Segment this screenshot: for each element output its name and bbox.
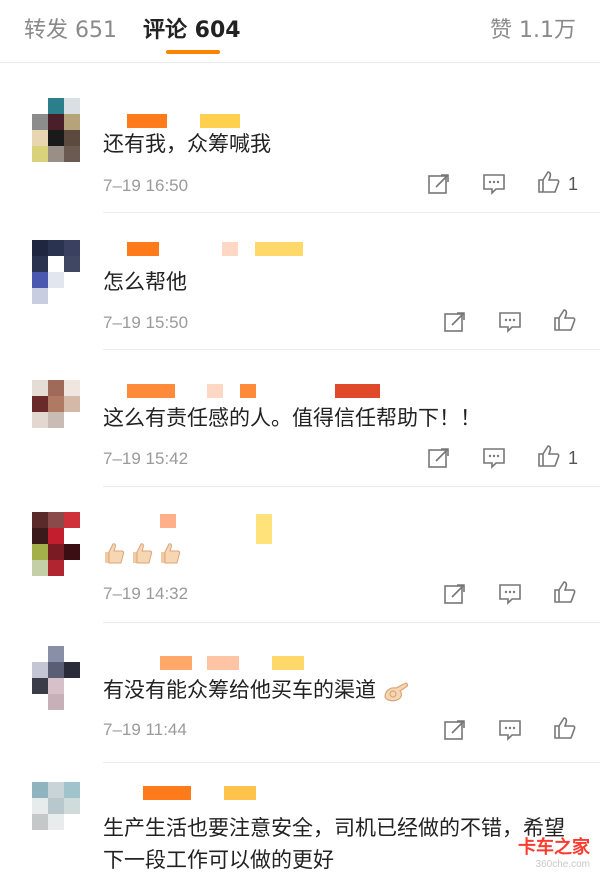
ok-hand-emoji-icon bbox=[384, 682, 409, 702]
tab-active-indicator bbox=[166, 50, 220, 54]
like-icon[interactable] bbox=[537, 444, 561, 468]
thumbs-up-emoji-icon bbox=[133, 543, 153, 564]
watermark-sub: 360che.com bbox=[535, 859, 590, 870]
comment-icon[interactable] bbox=[482, 172, 506, 196]
divider bbox=[103, 349, 600, 350]
username-blurred[interactable] bbox=[160, 514, 176, 528]
repost-icon[interactable] bbox=[443, 310, 467, 334]
username-blurred[interactable] bbox=[222, 242, 238, 256]
comment-text: 还有我，众筹喊我 bbox=[103, 132, 271, 156]
avatar[interactable] bbox=[32, 98, 80, 162]
username-blurred[interactable] bbox=[256, 514, 272, 544]
username-blurred[interactable] bbox=[207, 384, 223, 398]
thumbs-up-emoji-icon bbox=[105, 543, 125, 564]
repost-icon[interactable] bbox=[427, 172, 451, 196]
like-icon[interactable] bbox=[553, 580, 577, 604]
username-blurred[interactable] bbox=[255, 242, 303, 256]
comment-time: 7–19 14:32 bbox=[103, 584, 189, 603]
avatar[interactable] bbox=[32, 380, 80, 444]
comment-text-row: 有没有能众筹给他买车的渠道 bbox=[103, 676, 410, 704]
like-icon[interactable] bbox=[553, 308, 577, 332]
divider bbox=[103, 486, 600, 487]
comment-time: 7–19 15:42 bbox=[103, 449, 189, 468]
username-blurred[interactable] bbox=[127, 384, 175, 398]
divider bbox=[103, 762, 600, 763]
comment-text: 这么有责任感的人。值得信任帮助下！！ bbox=[103, 406, 481, 430]
like-count: 1 bbox=[568, 448, 579, 468]
avatar[interactable] bbox=[32, 512, 80, 576]
username-blurred[interactable] bbox=[127, 114, 167, 128]
username-blurred[interactable] bbox=[240, 384, 256, 398]
comment-text: 有没有能众筹给他买车的渠道 bbox=[103, 678, 376, 702]
comment-icon[interactable] bbox=[498, 310, 522, 334]
username-blurred[interactable] bbox=[224, 786, 256, 800]
username-blurred[interactable] bbox=[207, 656, 239, 670]
watermark-logo: 卡车之家 360che.com bbox=[518, 833, 590, 870]
username-blurred[interactable] bbox=[127, 242, 159, 256]
username-blurred[interactable] bbox=[272, 656, 304, 670]
like-count: 1 bbox=[568, 174, 579, 194]
comment-time: 7–19 16:50 bbox=[103, 176, 189, 195]
watermark-main: 卡车之家 bbox=[518, 837, 590, 858]
avatar[interactable] bbox=[32, 646, 80, 710]
like-icon[interactable] bbox=[553, 716, 577, 740]
username-blurred[interactable] bbox=[200, 114, 240, 128]
comment-icon[interactable] bbox=[498, 718, 522, 742]
comment-time: 7–19 15:50 bbox=[103, 313, 189, 332]
comment-time: 7–19 11:44 bbox=[103, 720, 187, 739]
comment-icon[interactable] bbox=[498, 582, 522, 606]
repost-icon[interactable] bbox=[443, 718, 467, 742]
repost-icon[interactable] bbox=[427, 446, 451, 470]
avatar[interactable] bbox=[32, 782, 80, 846]
tab-bar: 转发 651 评论 604 赞 1.1万 bbox=[0, 0, 600, 63]
username-blurred[interactable] bbox=[160, 656, 192, 670]
divider bbox=[103, 622, 600, 623]
avatar[interactable] bbox=[32, 240, 80, 304]
comment-text: 生产生活也要注意安全，司机已经做的不错，希望下一段工作可以做的更好 bbox=[103, 816, 565, 872]
repost-icon[interactable] bbox=[443, 582, 467, 606]
username-blurred[interactable] bbox=[143, 786, 191, 800]
thumbs-up-emoji-icon bbox=[161, 543, 181, 564]
like-icon[interactable] bbox=[537, 170, 561, 194]
divider bbox=[103, 212, 600, 213]
comment-icon[interactable] bbox=[482, 446, 506, 470]
comment-emoji-row bbox=[103, 538, 187, 566]
username-blurred[interactable] bbox=[335, 384, 380, 398]
tab-likes[interactable]: 赞 1.1万 bbox=[490, 12, 576, 44]
comment-text: 怎么帮他 bbox=[103, 270, 187, 294]
tab-repost[interactable]: 转发 651 bbox=[24, 12, 117, 44]
tab-comments[interactable]: 评论 604 bbox=[143, 12, 241, 44]
